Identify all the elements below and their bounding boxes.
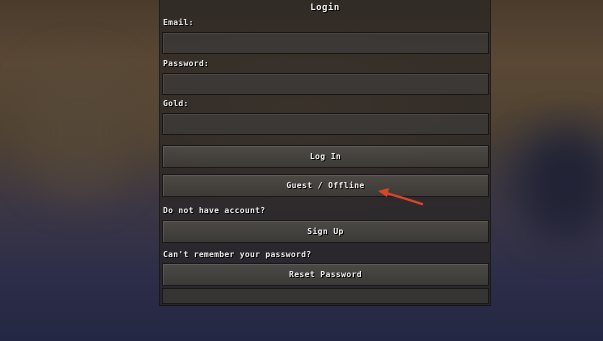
gold-label: Gold:: [163, 99, 189, 108]
red-arrow-icon: [378, 188, 424, 206]
email-field[interactable]: [162, 32, 489, 54]
no-account-text: Do not have account?: [163, 206, 266, 215]
gold-field[interactable]: [162, 113, 489, 135]
guest-offline-button[interactable]: Guest / Offline: [162, 174, 489, 197]
password-field[interactable]: [162, 73, 489, 95]
reset-password-button[interactable]: Reset Password: [162, 263, 489, 286]
background-blur: [20, 60, 140, 200]
login-title: Login: [310, 3, 340, 13]
signup-button[interactable]: Sign Up: [162, 220, 489, 243]
email-label: Email:: [163, 18, 194, 27]
background-blur: [520, 130, 603, 240]
password-label: Password:: [163, 59, 210, 68]
forgot-password-text: Can't remember your password?: [163, 250, 312, 259]
login-panel: Login Email: Password: Gold: Log In Gues…: [159, 0, 491, 306]
login-button[interactable]: Log In: [162, 145, 489, 168]
bottom-strip: [162, 288, 489, 304]
